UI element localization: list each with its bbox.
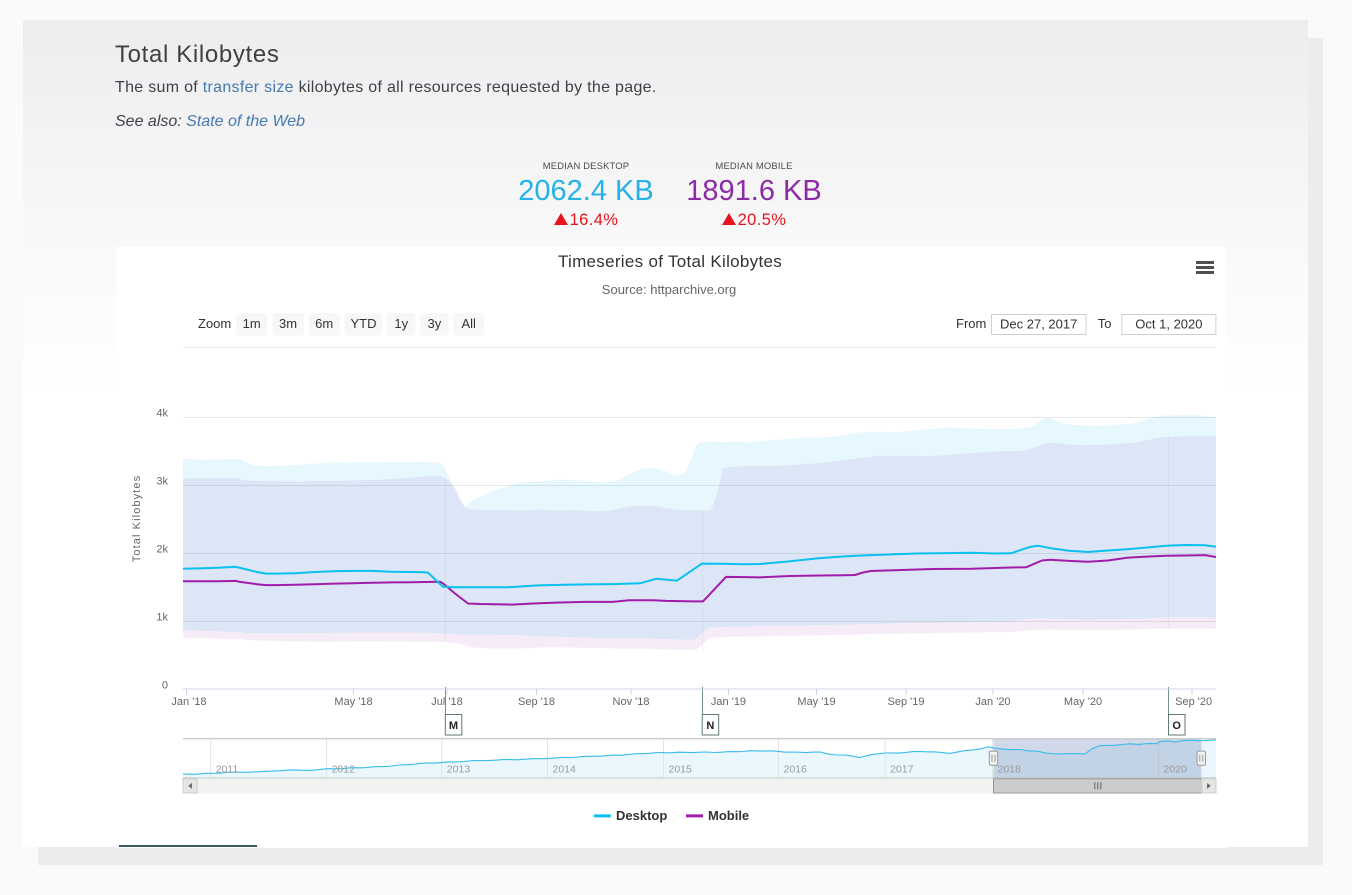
- svg-text:3k: 3k: [156, 475, 168, 487]
- svg-text:Source: httparchive.org: Source: httparchive.org: [602, 281, 736, 296]
- svg-text:2014: 2014: [553, 763, 577, 775]
- svg-text:Jan '20: Jan '20: [975, 696, 1010, 708]
- svg-text:3m: 3m: [279, 316, 297, 331]
- svg-text:6m: 6m: [315, 316, 333, 331]
- svg-text:1k: 1k: [156, 611, 168, 623]
- svg-text:2011: 2011: [216, 763, 239, 775]
- svg-text:2k: 2k: [156, 543, 168, 555]
- svg-text:All: All: [461, 316, 476, 331]
- svg-text:Jan '18: Jan '18: [171, 696, 206, 708]
- svg-text:From: From: [956, 316, 986, 331]
- svg-text:May '20: May '20: [1064, 696, 1102, 708]
- svg-text:2018: 2018: [998, 763, 1022, 775]
- svg-text:Jan '19: Jan '19: [711, 696, 746, 708]
- svg-text:2012: 2012: [332, 763, 356, 775]
- svg-text:To: To: [1098, 316, 1112, 331]
- svg-text:Zoom: Zoom: [198, 316, 231, 331]
- svg-text:O: O: [1172, 720, 1181, 732]
- svg-text:May '19: May '19: [797, 696, 835, 708]
- svg-text:4k: 4k: [156, 407, 168, 419]
- svg-text:2015: 2015: [669, 763, 693, 775]
- svg-text:Sep '19: Sep '19: [888, 696, 925, 708]
- svg-text:3y: 3y: [428, 316, 442, 331]
- svg-text:1y: 1y: [394, 316, 408, 331]
- svg-text:Desktop: Desktop: [616, 808, 667, 823]
- svg-text:Sep '18: Sep '18: [518, 696, 555, 708]
- svg-text:Nov '18: Nov '18: [613, 696, 650, 708]
- svg-text:M: M: [449, 720, 458, 732]
- svg-text:2016: 2016: [784, 763, 808, 775]
- svg-text:1m: 1m: [243, 316, 261, 331]
- svg-text:Total Kilobytes: Total Kilobytes: [131, 474, 143, 561]
- svg-text:2017: 2017: [890, 763, 914, 775]
- svg-text:0: 0: [162, 679, 168, 691]
- svg-text:Oct 1, 2020: Oct 1, 2020: [1135, 316, 1202, 331]
- svg-text:Sep '20: Sep '20: [1175, 696, 1212, 708]
- svg-text:Mobile: Mobile: [708, 808, 749, 823]
- svg-text:2013: 2013: [447, 763, 471, 775]
- svg-text:May '18: May '18: [334, 696, 372, 708]
- svg-text:2020: 2020: [1164, 763, 1188, 775]
- svg-text:N: N: [706, 720, 714, 732]
- svg-text:Jul '18: Jul '18: [431, 696, 462, 708]
- svg-text:Timeseries of Total Kilobytes: Timeseries of Total Kilobytes: [558, 252, 782, 271]
- svg-text:YTD: YTD: [351, 316, 377, 331]
- svg-text:Dec 27, 2017: Dec 27, 2017: [1000, 316, 1077, 331]
